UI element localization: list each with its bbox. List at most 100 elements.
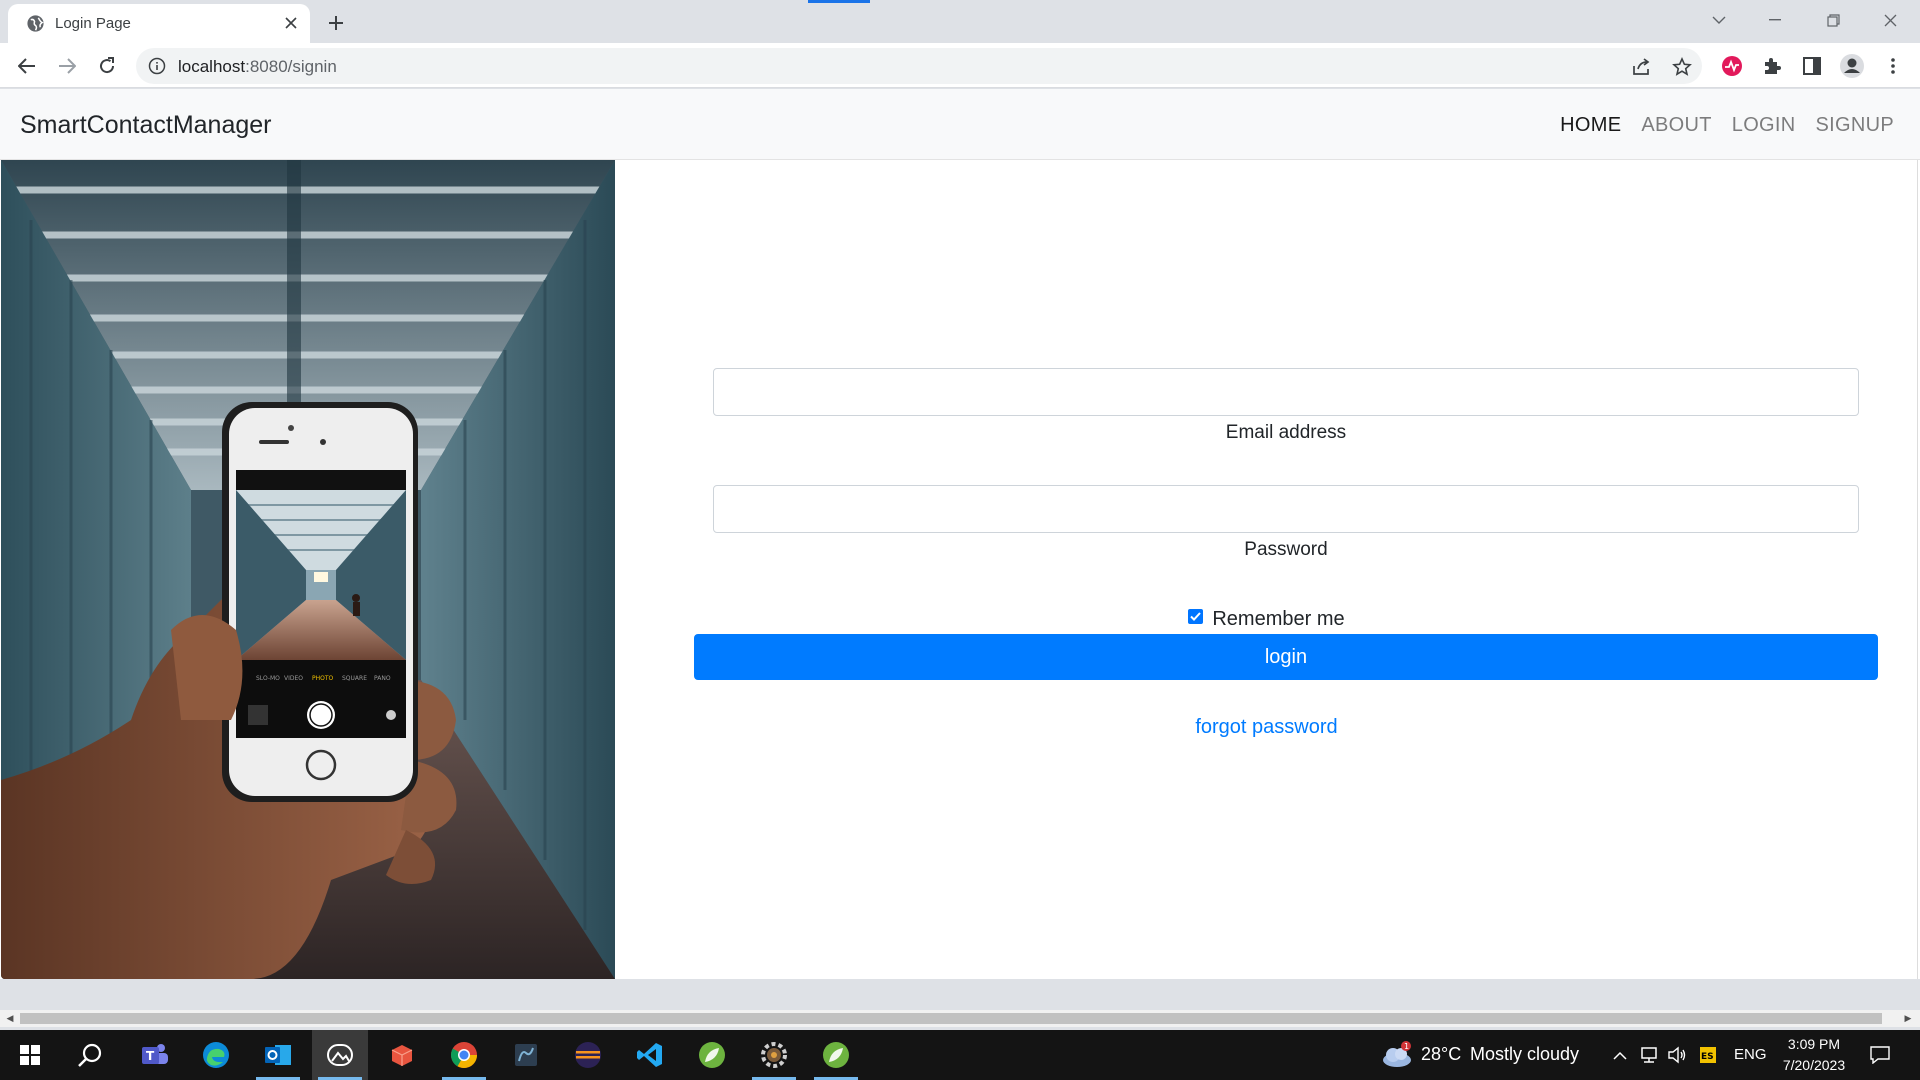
svg-text:PHOTO: PHOTO [312, 675, 334, 682]
reload-icon [100, 57, 115, 74]
extension-monitor-button[interactable] [1716, 50, 1748, 82]
bookmark-star-icon[interactable] [1670, 55, 1694, 79]
side-panel-icon [1803, 57, 1821, 75]
office-app[interactable] [374, 1030, 430, 1080]
network-icon [1641, 1047, 1657, 1063]
minimize-icon [1769, 19, 1781, 21]
chevron-down-icon [1712, 16, 1726, 24]
spring-leaf-icon [699, 1042, 725, 1068]
globe-icon [27, 15, 44, 32]
address-bar[interactable]: localhost:8080/signin [136, 48, 1702, 84]
avatar-icon [1840, 54, 1864, 78]
weather-temperature[interactable]: 28°C [1421, 1044, 1461, 1065]
site-navbar: SmartContactManager HOME ABOUT LOGIN SIG… [0, 89, 1920, 160]
reload-button[interactable] [91, 50, 123, 82]
url-text[interactable]: localhost:8080/signin [178, 57, 337, 77]
teams-app[interactable]: T [126, 1030, 182, 1080]
volume-button[interactable] [1664, 1030, 1690, 1080]
horizontal-scrollbar[interactable]: ◀ ▶ [0, 1010, 1920, 1027]
chrome-app[interactable] [436, 1030, 492, 1080]
restore-button[interactable] [1811, 6, 1855, 34]
nav-login[interactable]: LOGIN [1732, 114, 1796, 137]
forward-button[interactable] [51, 50, 83, 82]
info-icon[interactable] [148, 57, 166, 75]
svg-text:T: T [146, 1049, 155, 1063]
clock[interactable]: 3:09 PM 7/20/2023 [1774, 1034, 1854, 1076]
checkmark-icon [1190, 612, 1202, 621]
scrollbar-thumb[interactable] [20, 1013, 1882, 1024]
svg-text:SQUARE: SQUARE [342, 675, 367, 682]
more-vertical-icon [1891, 58, 1895, 74]
sql-tool-app[interactable] [498, 1030, 554, 1080]
svg-text:VIDEO: VIDEO [284, 675, 303, 682]
tab-loading-indicator [808, 0, 870, 3]
scroll-right-arrow[interactable]: ▶ [1902, 1013, 1914, 1024]
email-input[interactable] [713, 368, 1859, 416]
pulse-extension-icon [1722, 56, 1742, 76]
eclipse-app[interactable] [560, 1030, 616, 1080]
notification-center-button[interactable] [1860, 1030, 1900, 1080]
browser-menu-button[interactable] [1877, 50, 1909, 82]
spring-tool-suite-app[interactable] [684, 1030, 740, 1080]
vscode-app[interactable] [622, 1030, 678, 1080]
settings-app[interactable] [746, 1030, 802, 1080]
language-indicator[interactable]: ENG [1734, 1046, 1767, 1063]
cloud-weather-icon: 1 [1383, 1041, 1411, 1067]
weather-widget[interactable]: 1 [1372, 1030, 1422, 1080]
input-method-button[interactable]: ES [1696, 1030, 1720, 1080]
photos-app[interactable] [312, 1030, 368, 1080]
side-panel-button[interactable] [1796, 50, 1828, 82]
share-icon[interactable] [1630, 55, 1654, 79]
password-input[interactable] [713, 485, 1859, 533]
search-button[interactable] [62, 1030, 118, 1080]
page-viewport: SmartContactManager HOME ABOUT LOGIN SIG… [0, 89, 1920, 979]
login-form: Email address Password Remember me login… [615, 160, 1918, 979]
profile-button[interactable] [1836, 50, 1868, 82]
network-button[interactable] [1636, 1030, 1662, 1080]
remember-me-checkbox[interactable] [1188, 609, 1204, 624]
eclipse-icon [575, 1042, 601, 1068]
remember-me-label[interactable]: Remember me [1212, 608, 1344, 630]
outlook-app[interactable] [250, 1030, 306, 1080]
forgot-password-link: forgot password [1195, 716, 1338, 738]
email-label: Email address [1225, 422, 1347, 443]
outlook-icon [265, 1045, 291, 1065]
nav-about[interactable]: ABOUT [1641, 114, 1711, 137]
login-button[interactable]: login [694, 634, 1878, 680]
nav-signup[interactable]: SIGNUP [1816, 114, 1894, 137]
weather-condition[interactable]: Mostly cloudy [1470, 1044, 1579, 1065]
database-tool-icon [515, 1044, 537, 1066]
new-tab-button[interactable] [322, 9, 350, 37]
scroll-left-arrow[interactable]: ◀ [4, 1013, 16, 1024]
nav-links: HOME ABOUT LOGIN SIGNUP [1560, 114, 1894, 137]
edge-app[interactable] [188, 1030, 244, 1080]
restore-icon [1826, 13, 1840, 27]
brand-logo-text[interactable]: SmartContactManager [20, 111, 272, 140]
show-hidden-icons-button[interactable] [1608, 1030, 1632, 1080]
input-method-icon: ES [1700, 1047, 1716, 1063]
tab-login-page[interactable]: Login Page [8, 4, 310, 43]
tab-strip: Login Page [0, 0, 1920, 43]
remember-me-row: Remember me [615, 608, 1918, 631]
spring-boot-app[interactable] [808, 1030, 864, 1080]
close-tab-icon[interactable] [280, 12, 302, 34]
arrow-right-icon [59, 58, 76, 74]
svg-text:1: 1 [1404, 1042, 1409, 1051]
phone-in-corridor-image: SLO-MO VIDEO PHOTO SQUARE PANO [1, 160, 615, 979]
windows-logo-icon [20, 1045, 40, 1065]
spring-leaf-icon [823, 1042, 849, 1068]
close-window-button[interactable] [1868, 6, 1912, 34]
clock-time: 3:09 PM [1787, 1036, 1841, 1052]
chevron-up-icon [1613, 1051, 1627, 1060]
notification-icon [1870, 1046, 1890, 1064]
back-button[interactable] [11, 50, 43, 82]
windows-taskbar: T 1 28°C Mostly cloudy ES ENG 3:09 PM 7/… [0, 1030, 1920, 1080]
chrome-icon [451, 1042, 478, 1069]
minimize-button[interactable] [1753, 6, 1797, 34]
start-button[interactable] [2, 1030, 58, 1080]
speaker-icon [1668, 1046, 1686, 1064]
tab-search-button[interactable] [1697, 6, 1741, 34]
nav-home[interactable]: HOME [1560, 114, 1621, 137]
extensions-button[interactable] [1756, 50, 1788, 82]
edge-icon [203, 1042, 229, 1068]
